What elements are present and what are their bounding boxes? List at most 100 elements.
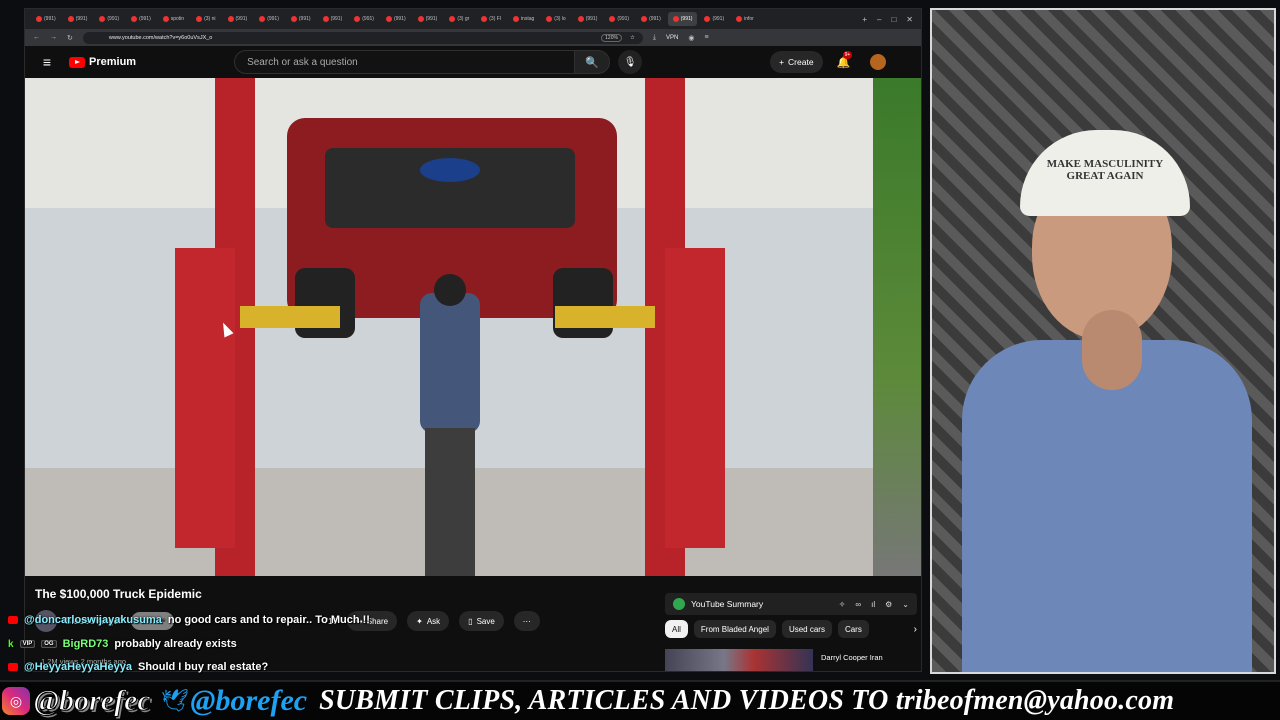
browser-tab[interactable]: (991)	[636, 12, 666, 26]
browser-tab[interactable]: (991)	[31, 12, 61, 26]
hamburger-menu-icon[interactable]: ≡	[25, 54, 69, 70]
zoom-level[interactable]: 120%	[601, 33, 622, 42]
maximize-icon[interactable]: □	[891, 15, 896, 24]
tab-label: (991)	[712, 16, 725, 22]
browser-tab[interactable]: (991)	[94, 12, 124, 26]
browser-tab[interactable]: (991)	[126, 12, 156, 26]
tab-favicon-icon	[290, 16, 297, 22]
chevron-right-icon[interactable]: ›	[914, 624, 917, 635]
vpn-button[interactable]: VPN	[666, 35, 678, 41]
summary-logo-icon	[673, 598, 685, 610]
summary-tools: ✧ ∞ ıl ⚙ ⌄	[839, 600, 917, 609]
filter-chip[interactable]: Cars	[837, 620, 869, 638]
menu-icon[interactable]: ≡	[704, 34, 708, 41]
tab-label: (3) gr	[457, 16, 470, 22]
youtube-logo-icon	[8, 663, 18, 671]
tab-favicon-icon	[36, 16, 42, 22]
forward-icon[interactable]: →	[50, 34, 57, 41]
summary-panel[interactable]: YouTube Summary ✧ ∞ ıl ⚙ ⌄	[665, 593, 917, 615]
search-button[interactable]: 🔍	[574, 50, 611, 74]
browser-tab[interactable]: (991)	[254, 12, 284, 26]
extension-icon[interactable]: ◉	[688, 34, 694, 42]
chat-username: @doncarloswijayakusuma	[24, 614, 162, 626]
close-window-icon[interactable]: ✕	[906, 15, 913, 24]
browser-tab[interactable]: instag	[508, 12, 539, 26]
recommended-title[interactable]: Darryl Cooper Iran	[821, 653, 883, 662]
browser-tab[interactable]: (991)	[699, 12, 729, 26]
ellipsis-icon: ⋯	[522, 616, 531, 626]
voice-search-button[interactable]: 🎙	[618, 50, 643, 74]
browser-tab[interactable]: (991)	[349, 12, 379, 26]
browser-tab[interactable]: (991)	[223, 12, 253, 26]
filter-chip[interactable]: All	[665, 620, 688, 638]
browser-tab[interactable]: (991)	[318, 12, 348, 26]
minimize-icon[interactable]: –	[877, 15, 881, 24]
instagram-handle: @borefec	[34, 684, 152, 718]
create-label: Create	[788, 57, 814, 67]
download-icon[interactable]: ⤓	[653, 34, 656, 42]
kick-logo-icon: k	[8, 638, 14, 650]
youtube-logo[interactable]: Premium	[69, 56, 136, 68]
tab-favicon-icon	[196, 16, 203, 22]
tab-label: instag	[520, 16, 535, 22]
tabs: (991) (991) (991) (991) spotin (3) ni (991) (99…	[31, 12, 759, 26]
tab-favicon-icon	[736, 16, 743, 22]
search-input[interactable]: Search or ask a question	[234, 50, 575, 74]
browser-tab[interactable]: (991)	[286, 12, 316, 26]
notifications-button[interactable]: 🔔 9+	[837, 50, 853, 69]
tab-label: (991)	[139, 16, 151, 22]
chat-text: Should I buy real estate?	[137, 661, 269, 673]
browser-tab[interactable]: (3) ni	[191, 12, 220, 26]
browser-tab[interactable]: (991)	[604, 12, 634, 26]
back-icon[interactable]: ←	[33, 34, 40, 41]
browser-tab[interactable]: (3) lo	[541, 12, 570, 26]
account-avatar[interactable]	[870, 54, 887, 70]
youtube-play-icon	[69, 56, 85, 68]
more-actions-button[interactable]: ⋯	[513, 611, 540, 631]
tab-label: (991)	[617, 16, 630, 22]
mechanic-legs	[425, 428, 475, 576]
streamer: MAKE MASCULINITY GREAT AGAIN	[962, 130, 1252, 672]
browser-tab[interactable]: (991)	[381, 12, 411, 26]
save-button[interactable]: ▯ Save	[459, 611, 504, 631]
ask-button[interactable]: ✦ Ask	[407, 611, 450, 631]
browser-tab[interactable]: (991)	[413, 12, 443, 26]
waveform-icon[interactable]: ıl	[871, 600, 875, 609]
bookmark-star-icon[interactable]: ☆	[630, 35, 635, 41]
new-tab-icon[interactable]: +	[862, 15, 867, 24]
youtube-logo-icon	[8, 616, 18, 624]
filter-chips: All From Bladed Angel Used cars Cars ›	[665, 619, 917, 639]
chip-list: All From Bladed Angel Used cars Cars	[665, 620, 869, 638]
recommended-thumbnail[interactable]	[665, 649, 813, 671]
chat-username: BigRD73	[62, 638, 109, 650]
browser-tab[interactable]: (3) gr	[444, 12, 474, 26]
chevron-down-icon[interactable]: ⌄	[902, 600, 909, 609]
video-player[interactable]	[25, 78, 873, 576]
gear-icon[interactable]: ⚙	[885, 600, 892, 609]
browser-tab[interactable]: (991)	[667, 12, 698, 26]
glasses-icon[interactable]: ∞	[855, 600, 861, 609]
browser-tab[interactable]: spotin	[158, 12, 189, 26]
notification-badge: 9+	[842, 50, 853, 59]
tab-label: (991)	[44, 16, 56, 22]
create-button[interactable]: + Create	[770, 51, 823, 73]
tab-label: spotin	[170, 16, 185, 22]
tab-label: (3) ni	[204, 16, 216, 22]
youtube-header: ≡ Premium Search or ask a question 🔍 🎙 +…	[25, 46, 921, 78]
reload-icon[interactable]: ↻	[67, 34, 73, 42]
chat-message: k VIP OG BigRD73 probably already exists	[8, 638, 237, 650]
browser-tab[interactable]: (991)	[63, 12, 93, 26]
lift-arm-right	[555, 306, 655, 328]
browser-tab[interactable]: (991)	[573, 12, 603, 26]
browser-tab[interactable]: (3) Fl	[476, 12, 506, 26]
save-label: Save	[476, 616, 495, 626]
browser-tab[interactable]: infor	[731, 12, 759, 26]
tab-favicon-icon	[259, 16, 266, 22]
tab-label: (991)	[267, 16, 279, 22]
sparkle-icon[interactable]: ✧	[839, 600, 846, 609]
filter-chip[interactable]: From Bladed Angel	[693, 620, 776, 638]
filter-chip[interactable]: Used cars	[781, 620, 832, 638]
tab-favicon-icon	[354, 16, 361, 22]
url-field[interactable]: www.youtube.com/watch?v=y6o0uVsJX_o 120%…	[82, 31, 643, 44]
mechanic-head	[434, 274, 466, 306]
